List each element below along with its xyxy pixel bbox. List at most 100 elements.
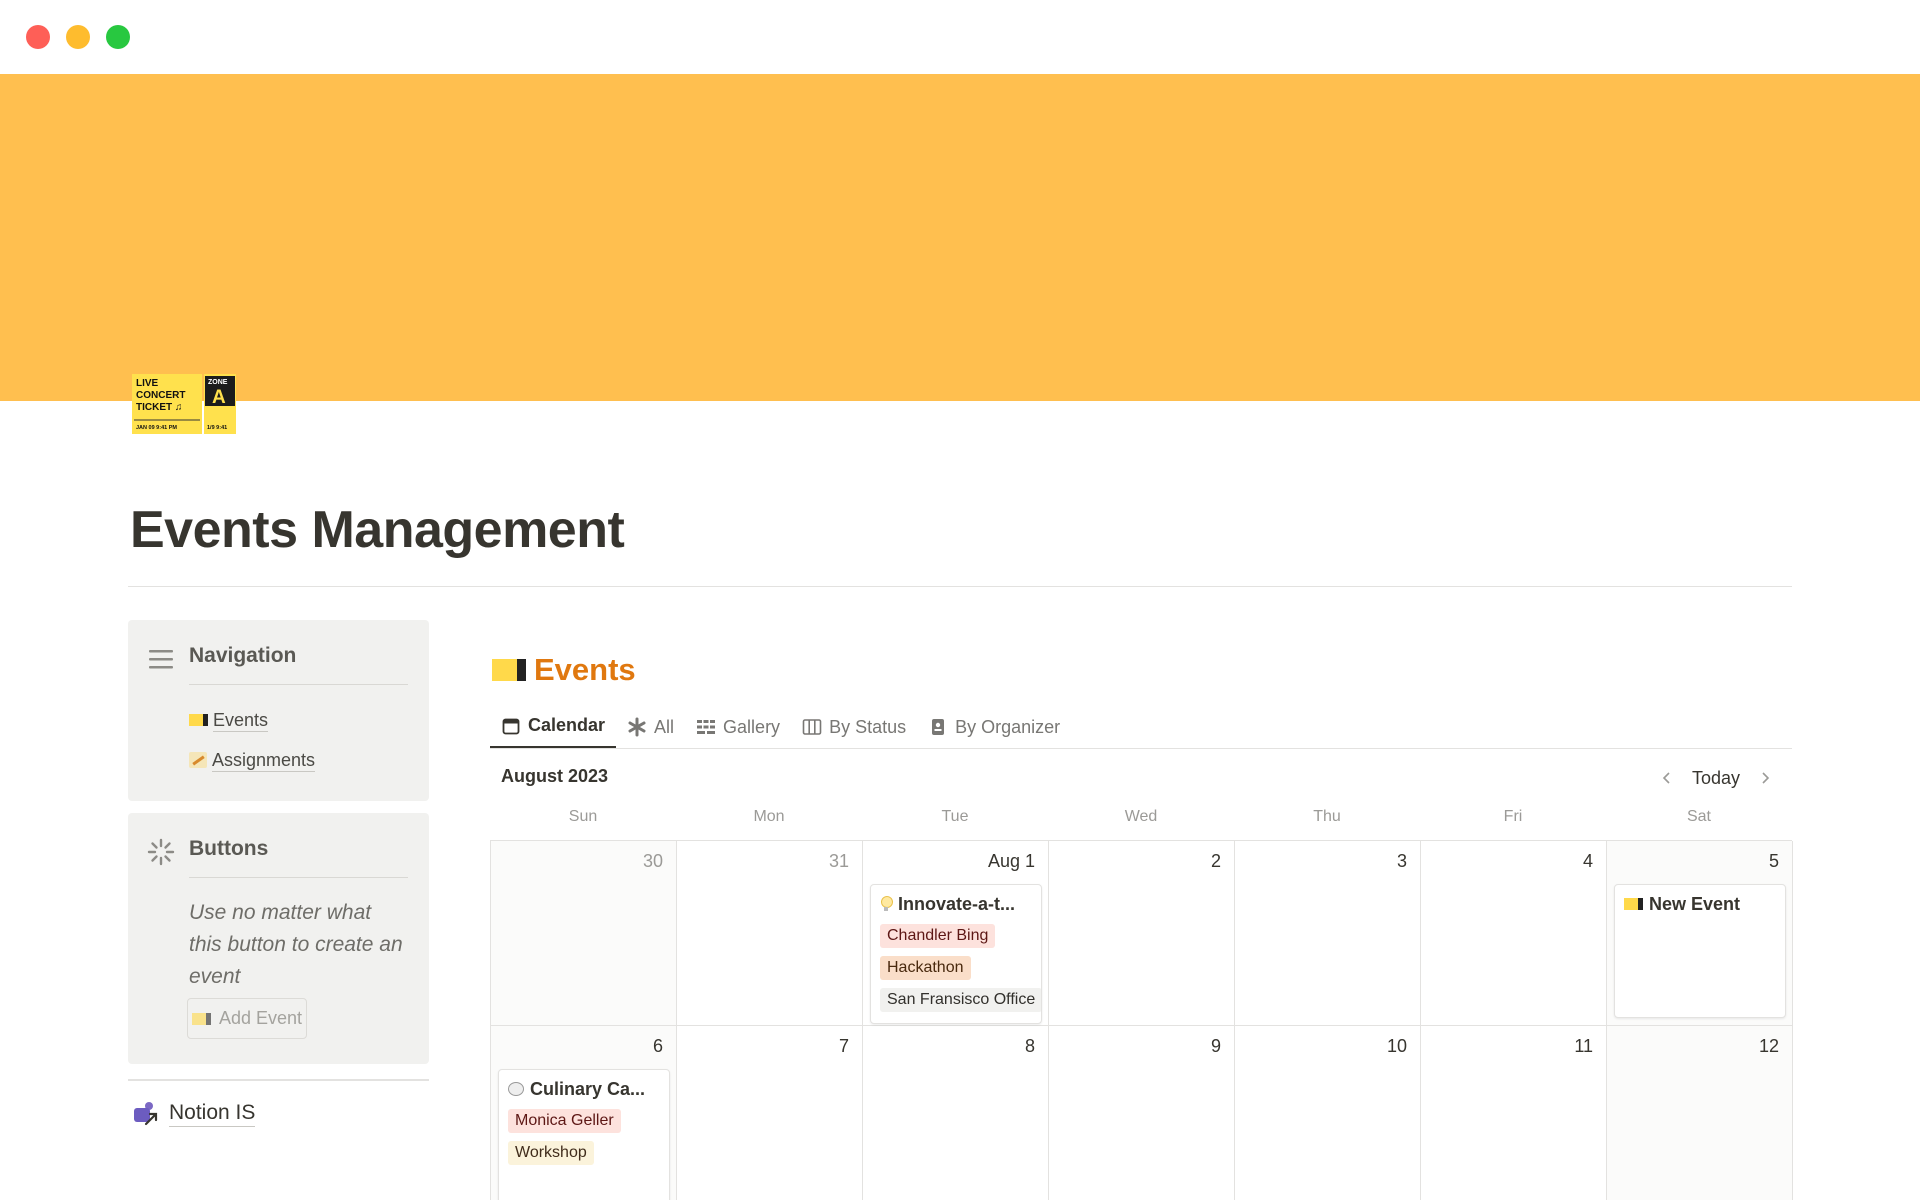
database-title[interactable]: Events (492, 650, 636, 690)
tab-gallery-label: Gallery (723, 716, 781, 737)
chevron-left-icon[interactable] (1660, 771, 1674, 785)
navigation-callout: Navigation Events Assignments (128, 620, 429, 801)
day-number: 8 (1024, 1036, 1035, 1056)
day-number: 10 (1386, 1036, 1407, 1056)
navigation-divider (189, 684, 408, 685)
buttons-description: Use no matter what this button to create… (189, 901, 403, 988)
teams-link-icon (134, 1102, 158, 1126)
calendar-day-cell[interactable]: 9 (1049, 1026, 1235, 1200)
event-card[interactable]: New Event (1614, 884, 1786, 1018)
tab-gallery[interactable]: Gallery (685, 705, 791, 749)
event-card[interactable]: Culinary Ca... Monica Geller Workshop (498, 1069, 670, 1200)
ticket-line-3: TICKET ♫ (136, 402, 182, 413)
lightbulb-icon (880, 896, 893, 912)
event-title-text: Innovate-a-t... (898, 893, 1016, 914)
chevron-right-icon[interactable] (1758, 771, 1772, 785)
tab-calendar-label: Calendar (528, 715, 606, 735)
event-title-text: Culinary Ca... (530, 1078, 646, 1099)
ticket-icon (492, 659, 526, 681)
navigation-heading: Navigation (189, 644, 297, 667)
minimize-window-button[interactable] (66, 25, 90, 49)
zoom-window-button[interactable] (106, 25, 130, 49)
database-title-text: Events (534, 652, 636, 687)
title-divider (128, 586, 1792, 587)
event-card[interactable]: Innovate-a-t... Chandler Bing Hackathon … (870, 884, 1042, 1024)
tab-all-label: All (654, 716, 675, 737)
calendar-day-cell[interactable]: 10 (1235, 1026, 1421, 1200)
nav-link-events[interactable]: Events (189, 706, 269, 734)
weekday-label: Tue (941, 808, 969, 825)
day-number: 7 (838, 1036, 849, 1056)
calendar-day-cell[interactable]: 3 (1235, 841, 1421, 1026)
day-number: 6 (652, 1036, 663, 1056)
page-title[interactable]: Events Management (130, 500, 625, 560)
tab-by-status-label: By Status (829, 716, 907, 737)
buttons-callout: Buttons Use no matter what this button t… (128, 813, 429, 1064)
event-type-tag: Workshop (508, 1141, 594, 1165)
event-title: Innovate-a-t... (880, 892, 1015, 916)
notion-is-link[interactable]: Notion IS (132, 1098, 256, 1128)
tab-by-organizer-label: By Organizer (955, 716, 1061, 737)
ticket-icon (1624, 898, 1643, 910)
nav-link-assignments[interactable]: Assignments (189, 746, 316, 774)
concert-ticket-icon[interactable]: LIVE CONCERT TICKET ♫ JAN 09 9:41 PM ZON… (132, 374, 236, 434)
tab-calendar[interactable]: Calendar (490, 705, 617, 749)
calendar-day-cell[interactable]: 30 (491, 841, 677, 1026)
event-title: New Event (1624, 892, 1740, 916)
organizer-tag: Chandler Bing (880, 924, 996, 948)
buttons-divider (189, 877, 408, 878)
asterisk-icon (628, 717, 646, 737)
calendar-day-cell[interactable]: 4 (1421, 841, 1607, 1026)
tab-all[interactable]: All (616, 705, 685, 749)
calendar-grid: 30 31 Aug 1 2 3 4 5 6 7 8 9 10 11 12 Inn… (490, 840, 1793, 1200)
calendar-month-label: August 2023 (501, 766, 609, 786)
weekday-label: Sun (568, 808, 598, 825)
buttons-heading: Buttons (189, 837, 269, 860)
ticket-icon (191, 1012, 211, 1025)
weekday-label: Thu (1313, 808, 1341, 825)
day-number: 11 (1574, 1036, 1593, 1056)
calendar-navigation: Today (1660, 764, 1772, 792)
page-cover[interactable] (0, 74, 1920, 401)
event-type-tag: Hackathon (880, 956, 971, 980)
memo-icon (189, 752, 207, 768)
calendar-day-cell[interactable]: 2 (1049, 841, 1235, 1026)
left-column-divider (128, 1079, 429, 1081)
calendar-day-cell[interactable]: 7 (677, 1026, 863, 1200)
sparkle-loader-icon[interactable] (146, 837, 176, 867)
day-number: 31 (828, 851, 849, 871)
add-event-button[interactable]: Add Event (187, 998, 307, 1039)
day-number: 3 (1396, 851, 1407, 871)
today-button[interactable]: Today (1692, 768, 1740, 789)
hamburger-menu-icon[interactable] (146, 644, 176, 674)
nav-link-assignments-label: Assignments (212, 749, 316, 772)
ticket-line-2: CONCERT (136, 390, 185, 401)
ticket-stub-letter: A (212, 387, 226, 408)
close-window-button[interactable] (26, 25, 50, 49)
calendar-day-cell[interactable]: 8 (863, 1026, 1049, 1200)
add-event-label: Add Event (218, 1008, 303, 1028)
location-tag: San Fransisco Office (880, 988, 1041, 1012)
day-number: 9 (1210, 1036, 1221, 1056)
view-tabs: Calendar All Gallery By Status By Organi… (490, 705, 1071, 749)
ticket-date-right: 1/9 9:41 (207, 425, 227, 431)
weekday-header: Sun Mon Tue Wed Thu Fri Sat (490, 808, 1792, 836)
nav-link-events-label: Events (213, 709, 269, 732)
calendar-day-cell[interactable]: 31 (677, 841, 863, 1026)
tab-by-organizer[interactable]: By Organizer (917, 705, 1071, 749)
ticket-icon (189, 714, 208, 726)
day-number: 4 (1582, 851, 1593, 871)
calendar-day-cell[interactable]: 11 (1421, 1026, 1607, 1200)
tab-by-status[interactable]: By Status (791, 705, 917, 749)
badge-icon (932, 719, 945, 735)
weekday-label: Mon (753, 808, 785, 825)
ticket-stub-label: ZONE (208, 379, 228, 386)
calendar-icon (502, 718, 520, 734)
event-title-text: New Event (1649, 893, 1741, 914)
ticket-date-left: JAN 09 9:41 PM (136, 425, 177, 431)
organizer-tag: Monica Geller (508, 1109, 621, 1133)
weekday-label: Sat (1686, 808, 1711, 825)
tabs-divider (490, 748, 1792, 749)
weekday-label: Wed (1124, 808, 1158, 825)
calendar-day-cell[interactable]: 12 (1607, 1026, 1793, 1200)
